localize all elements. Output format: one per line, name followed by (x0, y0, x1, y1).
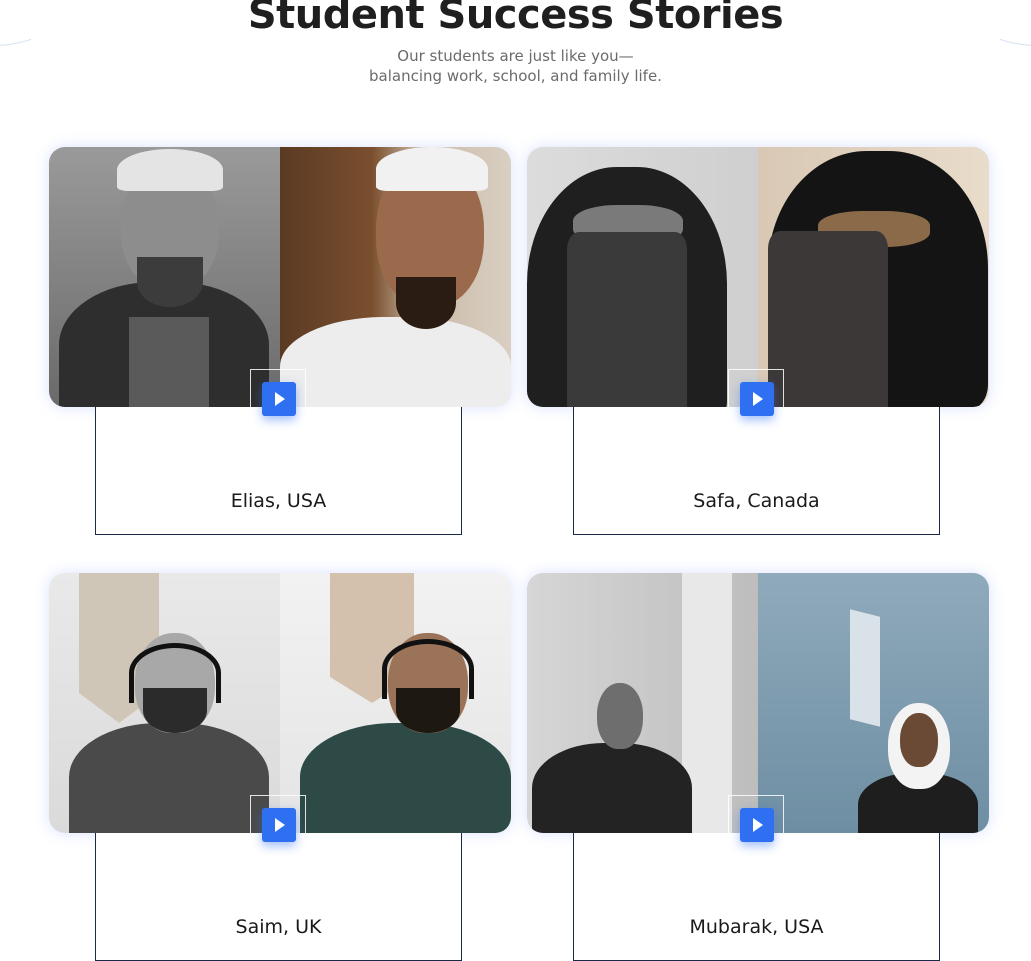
thumbnail-right-frame (280, 147, 511, 407)
student-name: Saim, UK (235, 916, 322, 938)
video-thumbnail[interactable] (49, 573, 511, 833)
play-icon (753, 818, 763, 832)
play-button-frame (728, 369, 784, 417)
caption-box: Safa, Canada (573, 407, 940, 535)
play-button[interactable] (740, 382, 774, 416)
student-name: Mubarak, USA (689, 916, 824, 938)
headphones (129, 643, 221, 703)
thumbnail-right-frame (758, 147, 989, 407)
thumbnail-left-frame (49, 147, 280, 407)
student-name: Safa, Canada (693, 490, 820, 512)
thumbnail-left-frame (527, 573, 758, 833)
thumbnail-right-frame (280, 573, 511, 833)
play-button[interactable] (740, 808, 774, 842)
thumbnail-left-frame (527, 147, 758, 407)
play-icon (275, 392, 285, 406)
caption-box: Saim, UK (95, 833, 462, 961)
play-button-frame (250, 369, 306, 417)
caption-box: Mubarak, USA (573, 833, 940, 961)
video-thumbnail[interactable] (49, 147, 511, 407)
section-subtitle: Our students are just like you— balancin… (0, 46, 1031, 86)
thumbnail-right-frame (758, 573, 989, 833)
play-icon (275, 818, 285, 832)
play-button-frame (250, 795, 306, 843)
play-button[interactable] (262, 382, 296, 416)
section-title: Student Success Stories (247, 0, 784, 38)
play-icon (753, 392, 763, 406)
video-thumbnail[interactable] (527, 147, 989, 407)
headphones (382, 639, 474, 699)
play-button-frame (728, 795, 784, 843)
video-thumbnail[interactable] (527, 573, 989, 833)
play-button[interactable] (262, 808, 296, 842)
wall-frame (850, 609, 880, 727)
subtitle-line-1: Our students are just like you— (397, 47, 634, 65)
caption-box: Elias, USA (95, 407, 462, 535)
student-name: Elias, USA (230, 490, 327, 512)
thumbnail-left-frame (49, 573, 280, 833)
subtitle-line-2: balancing work, school, and family life. (369, 67, 662, 85)
